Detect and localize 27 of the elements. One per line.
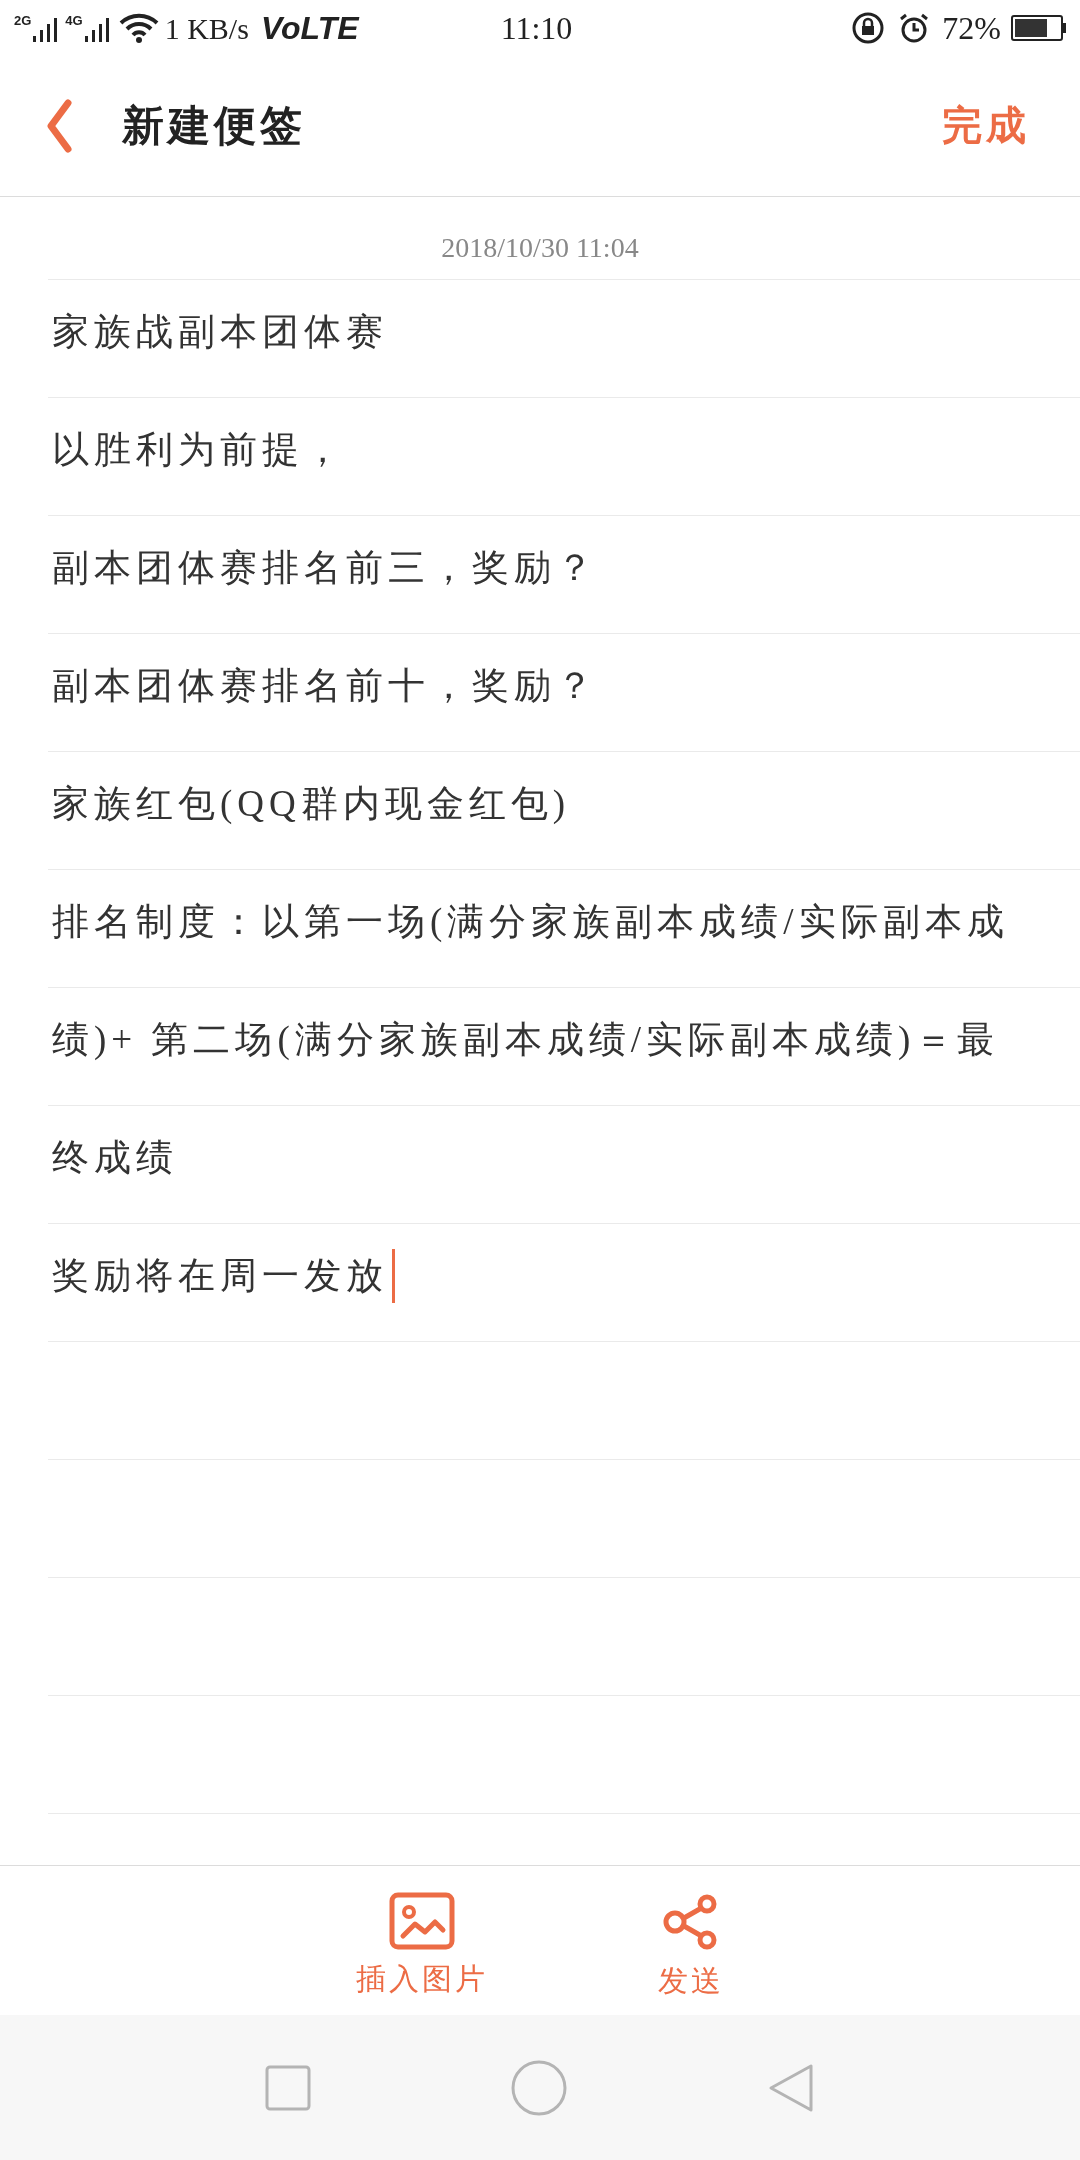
home-icon[interactable]	[511, 2059, 567, 2116]
wifi-icon	[118, 13, 159, 43]
recent-apps-icon[interactable]	[265, 2064, 311, 2111]
send-button[interactable]: 发送	[658, 1892, 724, 2015]
note-text-line: 以胜利为前提，	[52, 427, 346, 472]
note-text-line: 家族战副本团体赛	[52, 309, 388, 354]
network-speed: 1 KB/s	[164, 10, 249, 47]
page-title: 新建便签	[122, 101, 306, 151]
battery-percent: 72%	[942, 9, 1001, 48]
image-icon	[389, 1892, 455, 1950]
insert-image-button[interactable]: 插入图片	[356, 1892, 488, 2015]
network-label: 2G	[14, 14, 32, 27]
done-button[interactable]: 完成	[942, 96, 1030, 156]
note-text-line: 副本团体赛排名前十，奖励？	[52, 663, 598, 708]
network-label: 4G	[65, 14, 83, 27]
alarm-icon	[898, 12, 931, 44]
note-text-line: 副本团体赛排名前三，奖励？	[52, 545, 598, 590]
back-button[interactable]	[44, 99, 74, 153]
note-text-line: 排名制度：以第一场(满分家族副本成绩/实际副本成	[52, 899, 1009, 944]
note-text-line: 家族红包(QQ群内现金红包)	[52, 781, 571, 826]
note-text-line: 终成绩	[52, 1135, 178, 1180]
clock: 11:10	[500, 9, 573, 48]
note-date: 2018/10/30 11:04	[441, 231, 639, 265]
volte-label: VoLTE	[260, 9, 359, 48]
note-text-line: 绩)+ 第二场(满分家族副本成绩/实际副本成绩)＝最	[52, 1017, 1000, 1062]
battery-icon	[1011, 15, 1066, 41]
note-text-line: 奖励将在周一发放	[52, 1253, 388, 1298]
